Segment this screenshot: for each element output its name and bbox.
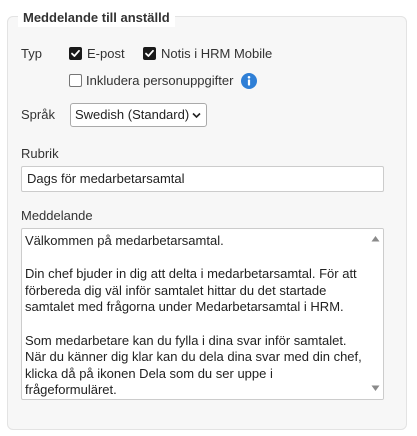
- message-text: Välkommen på medarbetarsamtal. Din chef …: [25, 233, 362, 398]
- message-label: Meddelande: [21, 208, 93, 223]
- language-selected-value: Swedish (Standard): [75, 107, 190, 122]
- chevron-down-icon: [192, 112, 201, 119]
- include-personal-data-checkbox[interactable]: [69, 74, 82, 87]
- checkmark-icon: [145, 49, 154, 57]
- type-label: Typ: [21, 46, 42, 61]
- message-textarea[interactable]: Välkommen på medarbetarsamtal. Din chef …: [21, 228, 384, 400]
- language-label: Språk: [21, 107, 55, 122]
- subject-input[interactable]: Dags för medarbetarsamtal: [21, 166, 384, 192]
- scroll-up-arrow-icon[interactable]: [371, 235, 380, 242]
- info-icon[interactable]: [241, 73, 257, 89]
- hrm-mobile-checkbox[interactable]: [143, 47, 156, 60]
- email-label[interactable]: E-post: [87, 46, 125, 62]
- include-personal-data-label[interactable]: Inkludera personuppgifter: [86, 73, 233, 89]
- language-select[interactable]: Swedish (Standard): [70, 103, 207, 127]
- scroll-down-arrow-icon[interactable]: [371, 385, 380, 392]
- subject-label: Rubrik: [21, 146, 59, 161]
- checkmark-icon: [71, 49, 80, 57]
- panel-legend: Meddelande till anställd: [18, 9, 175, 27]
- message-scrollbar[interactable]: [368, 229, 383, 399]
- hrm-mobile-label[interactable]: Notis i HRM Mobile: [161, 46, 272, 62]
- email-checkbox[interactable]: [69, 47, 82, 60]
